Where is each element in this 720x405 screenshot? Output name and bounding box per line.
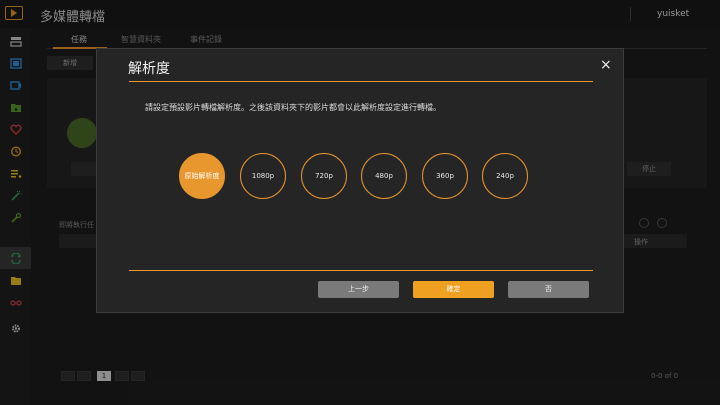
- prev-step-button[interactable]: 上一步: [318, 281, 399, 298]
- dialog-top-divider: [129, 81, 593, 82]
- resolution-dialog: 解析度 × 請設定預設影片轉檔解析度。之後該資料夾下的影片都會以此解析度設定進行…: [96, 48, 624, 313]
- dialog-description: 請設定預設影片轉檔解析度。之後該資料夾下的影片都會以此解析度設定進行轉檔。: [145, 103, 441, 112]
- close-icon[interactable]: ×: [600, 57, 612, 73]
- dialog-title: 解析度: [128, 61, 170, 77]
- dialog-bottom-divider: [129, 270, 593, 271]
- resolution-option-720p[interactable]: 720p: [301, 153, 347, 199]
- resolution-option-original[interactable]: 原始解析度: [179, 153, 225, 199]
- resolution-option-480p[interactable]: 480p: [361, 153, 407, 199]
- resolution-option-1080p[interactable]: 1080p: [240, 153, 286, 199]
- resolution-option-360p[interactable]: 360p: [422, 153, 468, 199]
- resolution-option-240p[interactable]: 240p: [482, 153, 528, 199]
- confirm-button[interactable]: 確定: [413, 281, 494, 298]
- no-button[interactable]: 否: [508, 281, 589, 298]
